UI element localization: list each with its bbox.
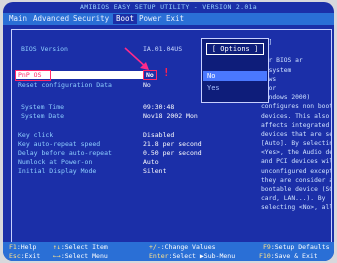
- bios-screen: AMIBIOS EASY SETUP UTILITY - VERSION 2.0…: [3, 2, 334, 261]
- help-line: [Auto]. By selecting: [261, 140, 331, 148]
- help-line: affects integrated: [261, 121, 330, 129]
- tab-advanced[interactable]: Advanced: [33, 14, 69, 24]
- updown-key: ↑↓: [53, 243, 61, 251]
- options-popup-title: [ Options ]: [206, 43, 264, 55]
- f9-key: F9: [263, 243, 271, 251]
- help-line: configures non bootabl: [261, 103, 331, 111]
- initial-display-value[interactable]: Silent: [143, 167, 166, 175]
- f10-label: :Save & Exit: [270, 252, 318, 260]
- help-line: 8 or: [261, 84, 277, 92]
- help-line: and PCI devices will b: [261, 158, 331, 166]
- esc-label: :Exit: [20, 252, 41, 260]
- reset-config-label[interactable]: Reset configuration Data: [18, 81, 112, 89]
- f1-key: F1: [9, 243, 17, 251]
- help-line: unconfigured except if: [261, 167, 331, 175]
- tab-boot[interactable]: Boot: [113, 14, 138, 24]
- help-line: devices. This also: [261, 112, 330, 120]
- leftright-key: ←→: [53, 252, 61, 260]
- help-line: lp]: [261, 38, 331, 47]
- delay-auto-repeat-value[interactable]: 0.50 per second: [143, 149, 202, 157]
- options-popup[interactable]: [ Options ] No Yes: [201, 38, 269, 103]
- tab-security[interactable]: Security: [73, 14, 109, 24]
- help-line: bootable device (SCSI: [261, 186, 331, 193]
- help-line: her BIOS ar: [261, 57, 303, 65]
- tab-main[interactable]: Main: [9, 14, 27, 24]
- enter-label: :Select ▶Sub-Menu: [168, 252, 236, 260]
- key-legend-exit: Esc:Exit: [9, 252, 40, 260]
- numlock-label[interactable]: Numlock at Power-on: [18, 158, 92, 166]
- option-no[interactable]: No: [203, 71, 267, 81]
- updown-label: :Select Item: [60, 243, 108, 251]
- key-legend-footer: F1:Help Esc:Exit ↑↓:Select Item ←→:Selec…: [3, 242, 334, 261]
- numlock-value[interactable]: Auto: [143, 158, 159, 166]
- key-legend-help: F1:Help: [9, 243, 36, 251]
- tab-power[interactable]: Power: [139, 14, 162, 24]
- tab-exit[interactable]: Exit: [166, 14, 184, 24]
- annotation-arrow-icon: [124, 47, 149, 70]
- key-click-value[interactable]: Disabled: [143, 131, 174, 139]
- option-yes[interactable]: Yes: [203, 83, 267, 93]
- key-legend-save-exit: F10:Save & Exit: [259, 252, 318, 260]
- help-line: they are consider as a: [261, 176, 331, 184]
- esc-key: Esc: [9, 252, 21, 260]
- delay-auto-repeat-label[interactable]: Delay before auto-repeat: [18, 149, 112, 157]
- help-line: dows: [261, 75, 331, 84]
- annotation-box-label: [15, 70, 51, 81]
- system-time-label[interactable]: System Time: [21, 103, 64, 111]
- annotation-exclamation: !: [163, 66, 170, 79]
- bios-version-label: BIOS Version: [21, 45, 68, 53]
- plusminus-key: +/-: [149, 243, 161, 251]
- reset-config-value[interactable]: No: [143, 81, 151, 89]
- help-line: card, LAN...). By: [261, 195, 326, 203]
- key-legend-setup-defaults: F9:Setup Defaults: [263, 243, 330, 251]
- help-line: [261, 47, 331, 56]
- help-text: lp] her BIOS ar y system dows 8 or windo…: [261, 38, 331, 213]
- help-line: windows 2000): [261, 94, 311, 102]
- enter-key: Enter: [149, 252, 169, 260]
- plusminus-label: :Change Values: [160, 243, 216, 251]
- f10-key: F10: [259, 252, 271, 260]
- help-line: devices that are set a: [261, 130, 331, 138]
- key-legend-sub-menu: Enter:Select ▶Sub-Menu: [149, 252, 235, 260]
- key-legend-select-menu: ←→:Select Menu: [53, 252, 108, 260]
- key-legend-select-item: ↑↓:Select Item: [53, 243, 108, 251]
- key-repeat-speed-label[interactable]: Key auto-repeat speed: [18, 140, 100, 148]
- help-line: y system: [261, 66, 292, 74]
- system-time-value[interactable]: 09:30:48: [143, 103, 174, 111]
- help-line: selecting <No>, all: [261, 204, 331, 212]
- bios-title: AMIBIOS EASY SETUP UTILITY - VERSION 2.0…: [80, 3, 257, 11]
- system-date-value[interactable]: Nov18 2002 Mon: [143, 112, 198, 120]
- system-date-label[interactable]: System Date: [21, 112, 64, 120]
- key-repeat-speed-value[interactable]: 21.8 per second: [143, 140, 202, 148]
- f1-label: :Help: [16, 243, 37, 251]
- help-line: <Yes>, the Audio devic: [261, 149, 331, 157]
- key-click-label[interactable]: Key click: [18, 131, 53, 139]
- menu-bar: Main Advanced Security Boot Power Exit: [3, 13, 334, 25]
- initial-display-label[interactable]: Initial Display Mode: [18, 167, 96, 175]
- key-legend-change-values: +/-:Change Values: [149, 243, 216, 251]
- leftright-label: :Select Menu: [60, 252, 108, 260]
- f9-label: :Setup Defaults: [270, 243, 330, 251]
